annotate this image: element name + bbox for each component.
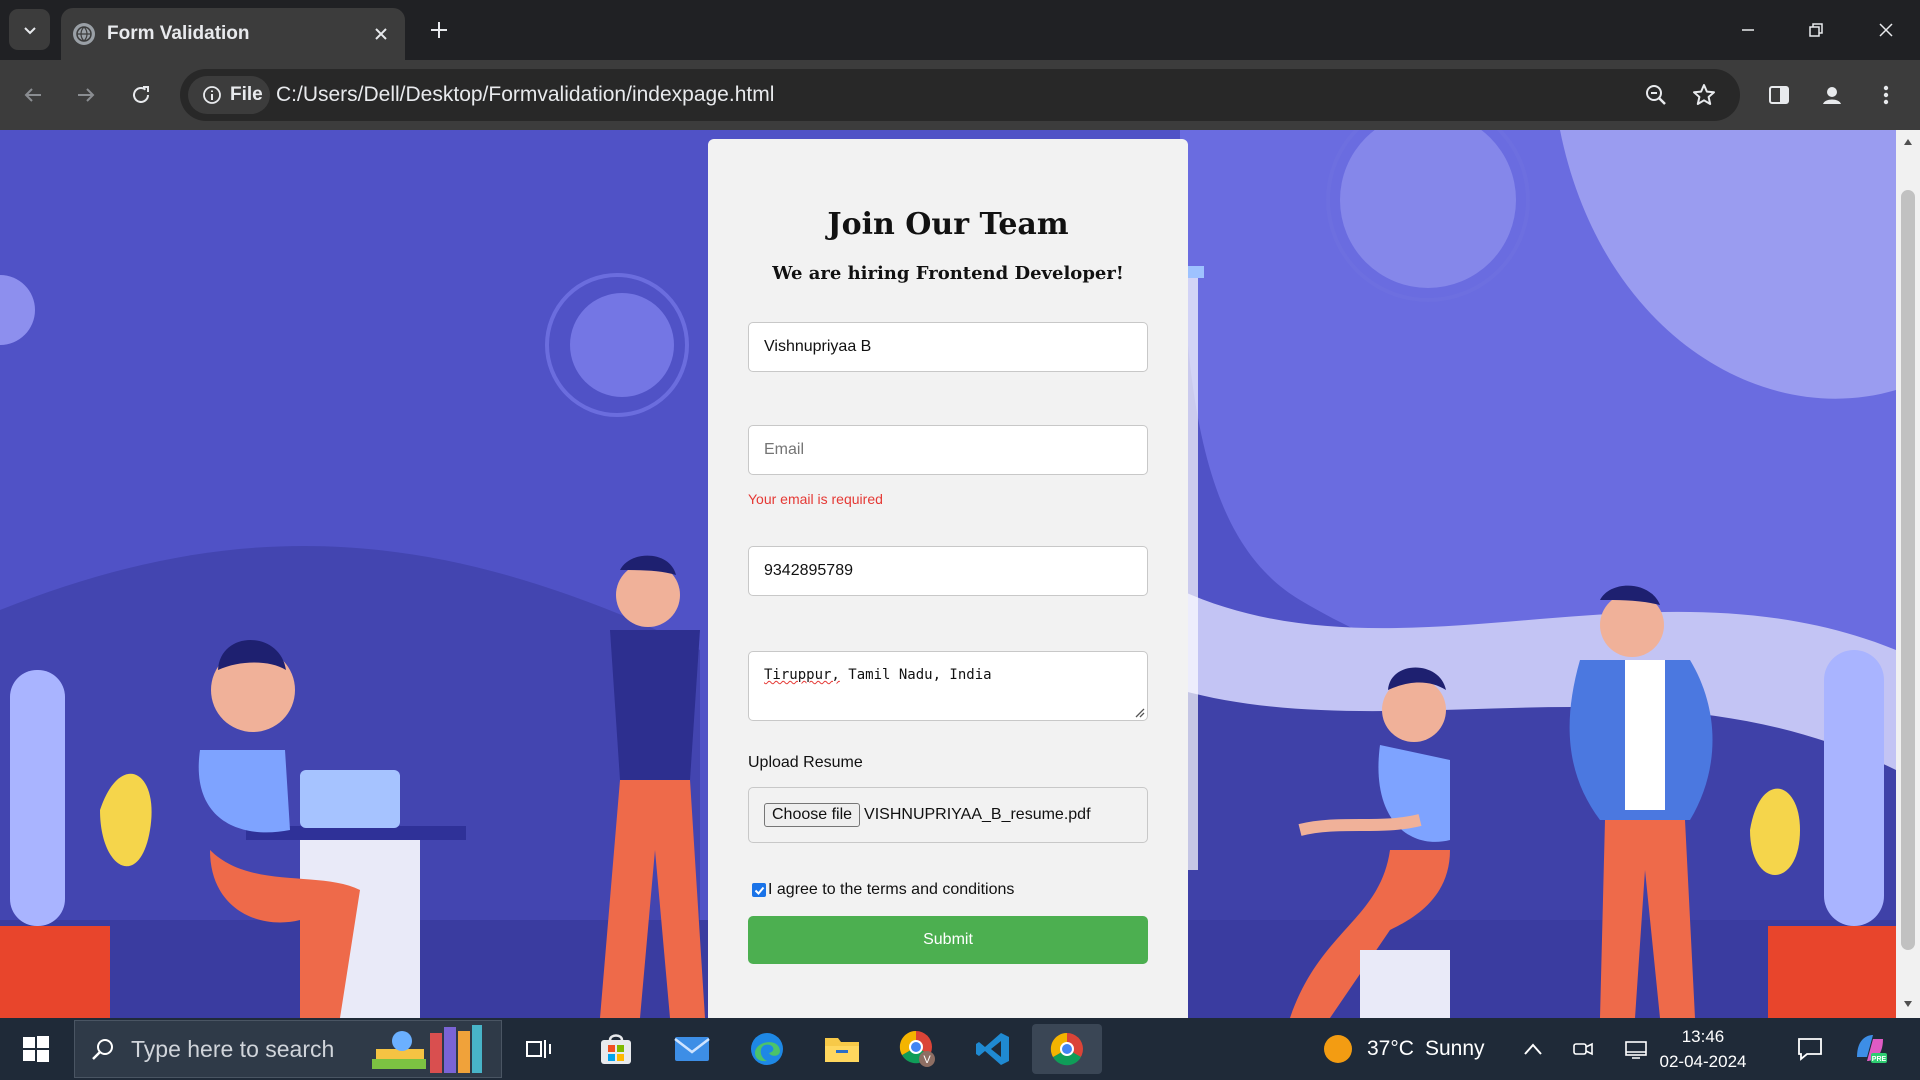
close-tab-icon[interactable] xyxy=(367,20,395,48)
vscode-button[interactable] xyxy=(960,1024,1026,1074)
weather-condition[interactable]: Sunny xyxy=(1425,1037,1485,1061)
scroll-down-icon[interactable] xyxy=(1900,996,1916,1012)
chip-label: File xyxy=(230,84,263,105)
reload-icon xyxy=(133,86,149,103)
forward-button[interactable] xyxy=(66,75,106,115)
edge-icon xyxy=(751,1033,783,1065)
chevron-down-icon xyxy=(23,26,36,34)
info-icon xyxy=(203,86,221,104)
globe-icon xyxy=(73,23,95,45)
chrome-active-button[interactable] xyxy=(1032,1024,1102,1074)
address-bar[interactable]: File C:/Users/Dell/Desktop/Formvalidatio… xyxy=(180,69,1740,121)
form-subtitle: We are hiring Frontend Developer! xyxy=(772,263,1124,284)
zoom-icon[interactable] xyxy=(1640,79,1672,111)
phone-input[interactable]: 9342895789 xyxy=(748,546,1148,596)
close-window-button[interactable] xyxy=(1852,0,1920,60)
checkmark-icon xyxy=(754,886,764,895)
chrome-icon: V xyxy=(899,1030,935,1067)
address-rest: Tamil Nadu, India xyxy=(839,667,992,683)
tab-strip: Form Validation xyxy=(0,0,1920,60)
form-title: Join Our Team xyxy=(827,207,1069,242)
plus-icon xyxy=(431,22,447,38)
edge-browser-button[interactable] xyxy=(734,1024,800,1074)
page-scrollbar[interactable] xyxy=(1896,130,1920,1018)
arrow-left-icon xyxy=(24,88,41,102)
folder-icon xyxy=(825,1038,859,1062)
selected-file-name: VISHNUPRIYAA_B_resume.pdf xyxy=(864,806,1091,823)
scroll-thumb[interactable] xyxy=(1901,190,1915,950)
vscode-icon xyxy=(976,1033,1009,1065)
tab-title: Form Validation xyxy=(107,23,250,44)
microsoft-store-button[interactable] xyxy=(583,1024,649,1074)
chrome-profile-v-button[interactable]: V xyxy=(885,1024,951,1074)
notifications-icon[interactable] xyxy=(1797,1037,1823,1061)
form-card: Join Our Team We are hiring Frontend Dev… xyxy=(708,139,1188,1018)
chevron-up-icon[interactable] xyxy=(1523,1042,1543,1056)
scroll-up-icon[interactable] xyxy=(1900,134,1916,150)
choose-file-button[interactable]: Choose file xyxy=(764,803,861,827)
address-textarea[interactable]: Tiruppur, Tamil Nadu, India xyxy=(748,651,1148,721)
close-icon xyxy=(1879,23,1893,37)
meet-now-icon[interactable] xyxy=(1572,1038,1594,1060)
profile-icon[interactable] xyxy=(1812,75,1852,115)
copilot-icon[interactable]: PRE xyxy=(1853,1031,1887,1065)
mail-icon xyxy=(674,1037,710,1061)
search-icon xyxy=(92,1039,113,1060)
terms-agreement[interactable]: I agree to the terms and conditions xyxy=(752,881,1014,899)
submit-button[interactable]: Submit xyxy=(748,916,1148,964)
tab-form-validation[interactable]: Form Validation xyxy=(61,8,405,60)
clock-time: 13:46 xyxy=(1681,1027,1725,1046)
back-button[interactable] xyxy=(13,75,53,115)
weather-sun-icon xyxy=(1324,1035,1352,1063)
search-highlight-books-icon xyxy=(372,1025,483,1073)
address-misspelled-word: Tiruppur, xyxy=(764,667,840,683)
chrome-icon xyxy=(1050,1032,1083,1066)
taskbar-search-box[interactable]: Type here to search xyxy=(74,1020,502,1078)
site-info-chip[interactable]: File xyxy=(188,76,270,114)
system-clock[interactable]: 13:46 02-04-2024 xyxy=(1648,1024,1758,1074)
restore-button[interactable] xyxy=(1782,0,1850,60)
task-view-button[interactable] xyxy=(506,1024,572,1074)
minimize-button[interactable] xyxy=(1714,0,1782,60)
name-value: Vishnupriyaa B xyxy=(764,338,872,355)
clock-date: 02-04-2024 xyxy=(1659,1052,1747,1071)
url-text[interactable]: C:/Users/Dell/Desktop/Formvalidation/ind… xyxy=(276,83,774,107)
mail-button[interactable] xyxy=(659,1024,725,1074)
taskbar-search-placeholder: Type here to search xyxy=(131,1035,335,1062)
tab-search-button[interactable] xyxy=(9,9,50,50)
network-monitor-icon[interactable] xyxy=(1624,1040,1648,1060)
menu-dots-icon[interactable] xyxy=(1866,75,1906,115)
svg-text:V: V xyxy=(923,1054,931,1066)
arrow-right-icon xyxy=(78,88,95,102)
restore-icon xyxy=(1809,23,1823,37)
resume-file-input[interactable]: Choose file VISHNUPRIYAA_B_resume.pdf xyxy=(748,787,1148,843)
weather-temperature[interactable]: 37°C xyxy=(1367,1037,1414,1061)
side-panel-icon[interactable] xyxy=(1759,75,1799,115)
new-tab-button[interactable] xyxy=(423,14,455,46)
minimize-icon xyxy=(1742,29,1754,31)
name-input[interactable]: Vishnupriyaa B xyxy=(748,322,1148,372)
email-error-message: Your email is required xyxy=(748,491,883,507)
resize-grip-icon[interactable] xyxy=(1133,706,1145,718)
bookmark-star-icon[interactable] xyxy=(1688,79,1720,111)
email-placeholder: Email xyxy=(764,441,805,458)
windows-logo-icon xyxy=(23,1036,49,1062)
start-button[interactable] xyxy=(10,1026,62,1072)
microsoft-store-icon xyxy=(601,1034,631,1064)
email-input[interactable]: Email xyxy=(748,425,1148,475)
page-viewport: Join Our Team We are hiring Frontend Dev… xyxy=(0,130,1896,1018)
windows-taskbar: Type here to search V 37°C Sunny 13:46 0… xyxy=(0,1018,1920,1080)
task-view-icon xyxy=(526,1040,551,1058)
upload-resume-label: Upload Resume xyxy=(748,754,863,771)
terms-label: I agree to the terms and conditions xyxy=(768,881,1015,898)
browser-toolbar: File C:/Users/Dell/Desktop/Formvalidatio… xyxy=(0,60,1920,130)
file-explorer-button[interactable] xyxy=(809,1024,875,1074)
terms-checkbox[interactable] xyxy=(752,883,766,897)
reload-button[interactable] xyxy=(121,75,161,115)
phone-value: 9342895789 xyxy=(764,562,853,579)
svg-text:PRE: PRE xyxy=(1872,1056,1887,1063)
